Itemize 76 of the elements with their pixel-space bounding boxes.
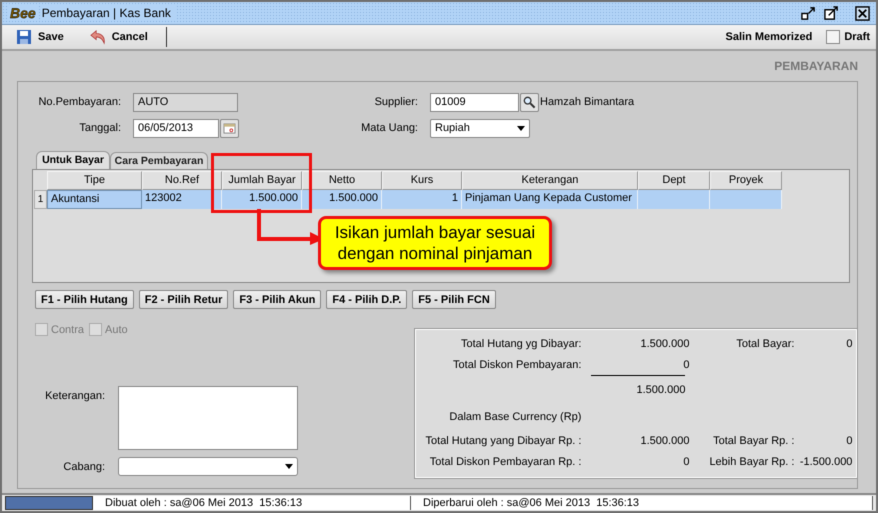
table-cell (638, 190, 710, 209)
summary-value: 0 (683, 456, 690, 468)
column-header[interactable]: Dept (638, 171, 710, 190)
branch-dropdown[interactable] (118, 457, 298, 476)
function-button[interactable]: F2 - Pilih Retur (138, 290, 228, 309)
table-cell: Akuntansi (47, 190, 142, 209)
function-button[interactable]: F3 - Pilih Akun (233, 290, 322, 309)
summary-value: 1.500.000 (640, 434, 690, 446)
restore-icon[interactable] (801, 6, 816, 20)
callout: Isikan jumlah bayar sesuai dengan nominal pinjaman (318, 216, 552, 270)
function-button[interactable]: F4 - Pilih D.P. (326, 290, 408, 309)
summary-label: Dalam Base Currency (Rp) (449, 411, 582, 423)
column-header[interactable]: Proyek (710, 171, 782, 190)
summary-label: Total Diskon Pembayaran: (453, 358, 582, 370)
calendar-icon (223, 122, 236, 134)
status-text: Diperbarui oleh : sa@06 Mei 2013 15:36:13 (411, 496, 873, 510)
field-label: Supplier: (374, 96, 418, 108)
tab[interactable]: Untuk Bayar (36, 151, 110, 169)
supplier-field[interactable]: 01009 (430, 92, 519, 112)
table-cell: 1 (382, 190, 462, 209)
field-label: Cabang: (62, 460, 105, 472)
field-label: No.Pembayaran: (37, 96, 121, 108)
summary-label: Total Bayar: (736, 338, 794, 350)
column-header[interactable]: Kurs (382, 171, 462, 190)
summary-label: Total Hutang yg Dibayar: (460, 338, 582, 350)
app-logo: Bee (8, 5, 38, 21)
column-header[interactable]: Netto (302, 171, 382, 190)
table-cell: Pinjaman Uang Kepada Customer (462, 190, 638, 209)
field-label: Mata Uang: (360, 122, 418, 134)
status-text: Dibuat oleh : sa@06 Mei 2013 15:36:13 (93, 496, 411, 510)
checkbox-label: Contra (51, 324, 84, 336)
supplier-name: Hamzah Bimantara (540, 96, 634, 108)
undo-arrow-icon (90, 29, 106, 45)
caret-icon (285, 464, 293, 469)
draft-label[interactable]: Draft (844, 31, 870, 43)
summary-label: Lebih Bayar Rp. : (709, 456, 794, 468)
form-heading: PEMBAYARAN (774, 59, 858, 73)
column-header[interactable]: No.Ref (142, 171, 222, 190)
caret-icon (517, 126, 525, 130)
draft-checkbox[interactable] (826, 30, 840, 44)
search-button[interactable] (520, 92, 539, 112)
summary-value: 0 (683, 358, 690, 370)
save-button[interactable]: Save (8, 27, 72, 47)
row-number: 1 (34, 190, 47, 209)
column-header[interactable]: Jumlah Bayar (222, 171, 302, 190)
notes-field[interactable] (118, 386, 298, 450)
summary-value: 0 (846, 434, 852, 446)
search-icon (523, 96, 536, 108)
summary-label: Total Bayar Rp. : (713, 434, 794, 446)
date-field[interactable]: 06/05/2013 (133, 118, 219, 138)
function-button[interactable]: F5 - Pilih FCN (412, 290, 496, 309)
column-header[interactable]: Keterangan (462, 171, 638, 190)
maximize-icon[interactable] (824, 6, 839, 20)
column-header[interactable]: Tipe (47, 171, 142, 190)
close-icon[interactable] (855, 6, 870, 20)
summary-label: Total Hutang yang Dibayar Rp. : (426, 434, 582, 446)
summary-value: 1.500.000 (640, 338, 690, 350)
salin-memorized-label[interactable]: Salin Memorized (726, 31, 812, 43)
summary-value: 1.500.000 (636, 384, 686, 396)
summary-value: 0 (846, 338, 852, 350)
tab[interactable]: Cara Pembayaran (110, 152, 208, 169)
table-cell: 1.500.000 (302, 190, 382, 209)
checkbox-label: Auto (105, 324, 128, 336)
field-label: Tanggal: (78, 122, 121, 134)
function-button[interactable]: F1 - Pilih Hutang (35, 290, 134, 309)
summary-label: Total Diskon Pembayaran Rp. : (430, 456, 582, 468)
window-title: Pembayaran | Kas Bank (42, 6, 177, 20)
table-cell: 123002 (142, 190, 222, 209)
calendar-button[interactable] (220, 118, 239, 138)
cancel-button[interactable]: Cancel (82, 27, 156, 47)
number-field[interactable]: AUTO (133, 92, 238, 112)
field-label: Keterangan: (44, 390, 105, 402)
currency-dropdown[interactable]: Rupiah (430, 118, 530, 138)
table-cell (710, 190, 782, 209)
table-cell: 1.500.000 (222, 190, 302, 209)
summary-value: -1.500.000 (800, 456, 852, 468)
